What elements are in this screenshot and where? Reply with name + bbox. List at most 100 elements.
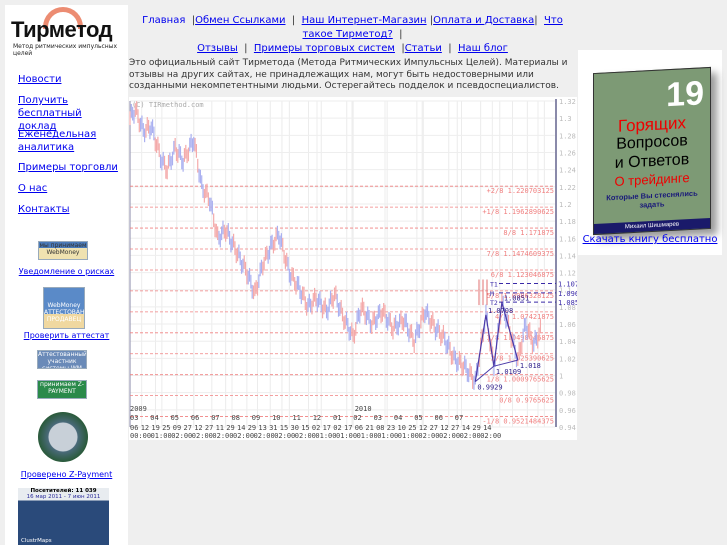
x-time-label: 01:00 bbox=[357, 432, 378, 440]
y-tick-label: 0.94 bbox=[559, 424, 576, 432]
book-number: 19 bbox=[666, 74, 704, 115]
sidebar-item-news[interactable]: Новости bbox=[18, 73, 61, 86]
nav-shop[interactable]: Наш Интернет-Магазин bbox=[302, 15, 427, 26]
x-time-label: 02:00 bbox=[212, 432, 233, 440]
pivot-label: 1.0708 bbox=[488, 307, 513, 315]
y-tick-label: 1.04 bbox=[559, 338, 576, 346]
x-day-label: 11 bbox=[216, 424, 224, 432]
y-tick-label: 1.32 bbox=[559, 98, 576, 106]
x-month-label: 03 bbox=[130, 414, 138, 422]
x-month-label: 03 bbox=[374, 414, 382, 422]
x-time-label: 02:00 bbox=[233, 432, 254, 440]
webmoney-badge[interactable]: мы принимаем WebMoney bbox=[38, 241, 88, 260]
murrey-level-label: +1/8 1.1962890625 bbox=[482, 208, 554, 216]
x-day-label: 29 bbox=[226, 424, 234, 432]
check-attestat-link[interactable]: Проверить аттестат bbox=[5, 331, 128, 340]
x-day-label: 06 bbox=[355, 424, 363, 432]
x-month-label: 04 bbox=[150, 414, 158, 422]
x-time-label: 02:00 bbox=[480, 432, 501, 440]
pivot-label: 0.9929 bbox=[477, 384, 502, 392]
x-day-label: 02 bbox=[333, 424, 341, 432]
sidebar-item-about[interactable]: О нас bbox=[18, 182, 47, 195]
x-month-label: 08 bbox=[232, 414, 240, 422]
x-day-label: 21 bbox=[365, 424, 373, 432]
zpayment-verified-link[interactable]: Проверено Z-Payment bbox=[5, 470, 128, 479]
y-tick-label: 0.96 bbox=[559, 407, 576, 415]
clustrmaps-label: ClustrMaps bbox=[21, 538, 52, 544]
target-name: T2 bbox=[490, 299, 498, 307]
sidebar-item-weekly-analytics[interactable]: Еженедельная аналитика bbox=[18, 128, 108, 154]
murrey-level-label: 1/8 1.0009765625 bbox=[487, 376, 554, 384]
murrey-level-label: 6/8 1.123046875 bbox=[491, 271, 554, 279]
x-month-label: 06 bbox=[435, 414, 443, 422]
x-day-label: 13 bbox=[258, 424, 266, 432]
webmoney-seller-badge[interactable]: WebMoney АТТЕСТОВАННЫЙ ПРОДАВЕЦ bbox=[43, 287, 85, 329]
murrey-level-label: 8/8 1.171875 bbox=[503, 229, 554, 237]
y-tick-label: 1.06 bbox=[559, 321, 576, 329]
x-month-label: 05 bbox=[414, 414, 422, 422]
x-time-label: 02:00 bbox=[274, 432, 295, 440]
x-day-label: 15 bbox=[280, 424, 288, 432]
risk-notice-link[interactable]: Уведомление о рисках bbox=[5, 267, 128, 276]
pivot-label: 1.018 bbox=[520, 362, 541, 370]
x-day-label: 09 bbox=[173, 424, 181, 432]
x-day-label: 27 bbox=[205, 424, 213, 432]
x-day-label: 14 bbox=[483, 424, 491, 432]
y-tick-label: 1.02 bbox=[559, 355, 576, 363]
nav-blog[interactable]: Наш блог bbox=[458, 43, 508, 54]
nav-reviews[interactable]: Отзывы bbox=[197, 43, 238, 54]
x-day-label: 31 bbox=[269, 424, 277, 432]
book-cover[interactable]: 19 Горящих Вопросов и Ответов О трейдинг… bbox=[593, 66, 711, 236]
x-day-label: 27 bbox=[184, 424, 192, 432]
site-logo[interactable]: Тирметод Метод ритмических импульсных це… bbox=[7, 5, 128, 57]
x-time-label: 02:00 bbox=[295, 432, 316, 440]
logo-name: Тирметод bbox=[11, 17, 113, 42]
target-value: 1.0964 bbox=[558, 290, 577, 298]
y-tick-label: 1 bbox=[559, 373, 563, 381]
x-day-label: 12 bbox=[440, 424, 448, 432]
x-day-label: 12 bbox=[141, 424, 149, 432]
nav-articles[interactable]: Статьи bbox=[405, 43, 442, 54]
x-day-label: 17 bbox=[323, 424, 331, 432]
x-month-label: 07 bbox=[455, 414, 463, 422]
x-time-label: 02:00 bbox=[171, 432, 192, 440]
target-value: 1.1073 bbox=[558, 280, 577, 288]
nav-system-examples[interactable]: Примеры торговых систем bbox=[254, 43, 395, 54]
y-tick-label: 1.16 bbox=[559, 235, 576, 243]
x-day-label: 19 bbox=[151, 424, 159, 432]
x-time-label: 01:00 bbox=[377, 432, 398, 440]
y-tick-label: 1.14 bbox=[559, 252, 576, 260]
visitor-map-widget[interactable]: Посетителей: 11 039 16 мар 2011 - 7 июн … bbox=[18, 488, 109, 545]
intro-text: Это официальный сайт Тирметода (Метода Р… bbox=[129, 58, 568, 91]
nav-payment-delivery[interactable]: Оплата и Доставка bbox=[433, 15, 534, 26]
nav-link-exchange[interactable]: Обмен Ссылками bbox=[195, 15, 285, 26]
x-time-label: 02:00 bbox=[439, 432, 460, 440]
x-year-label: 2009 bbox=[130, 405, 147, 413]
x-day-label: 27 bbox=[430, 424, 438, 432]
x-day-label: 10 bbox=[398, 424, 406, 432]
x-time-label: 02:00 bbox=[192, 432, 213, 440]
x-day-label: 27 bbox=[451, 424, 459, 432]
x-day-label: 25 bbox=[162, 424, 170, 432]
x-month-label: 11 bbox=[292, 414, 300, 422]
x-time-label: 02:00 bbox=[418, 432, 439, 440]
target-value: 1.0855 bbox=[558, 299, 577, 307]
chart-watermark: (C) TIRmethod.com bbox=[132, 101, 204, 109]
pivot-label: 1.0109 bbox=[496, 368, 521, 376]
right-panel: 19 Горящих Вопросов и Ответов О трейдинг… bbox=[578, 50, 722, 255]
murrey-level-label: -1/8 0.9521484375 bbox=[482, 418, 554, 426]
sidebar-item-contacts[interactable]: Контакты bbox=[18, 203, 69, 216]
sidebar-item-trading-examples[interactable]: Примеры торговли bbox=[18, 161, 118, 174]
murrey-level-label: 7/8 1.1474609375 bbox=[487, 250, 554, 258]
pivot-label: 1.0851 bbox=[504, 295, 529, 303]
nav-home[interactable]: Главная bbox=[142, 15, 185, 26]
zpayment-badge[interactable]: принимаем Z-PAYMENT bbox=[37, 380, 87, 399]
x-month-label: 09 bbox=[252, 414, 260, 422]
wm-member-badge[interactable]: Аттестованный участник системы WM bbox=[37, 350, 87, 369]
x-month-label: 10 bbox=[272, 414, 280, 422]
download-book-link[interactable]: Скачать книгу бесплатно bbox=[578, 234, 722, 245]
price-chart: 1.32 1.3 1.28 1.26 1.24 1.22 1.2 1.18 1.16 1.14 1.… bbox=[129, 97, 583, 440]
logo-tagline: Метод ритмических импульсных целей bbox=[13, 43, 118, 57]
x-month-label: 05 bbox=[171, 414, 179, 422]
chart-svg: 1.32 1.3 1.28 1.26 1.24 1.22 1.2 1.18 1.16 1.14 1.… bbox=[129, 98, 583, 440]
